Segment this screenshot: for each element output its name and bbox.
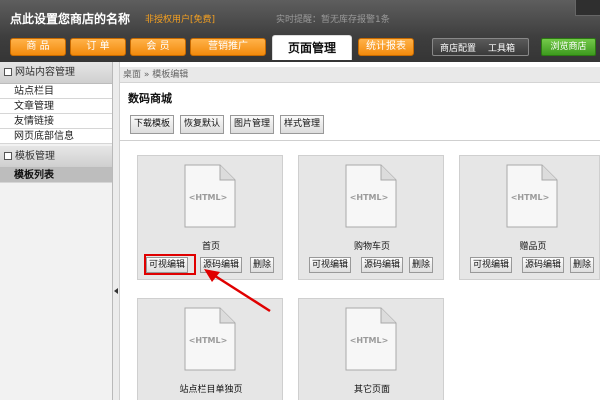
nav-tab-statistics[interactable]: 统计报表 xyxy=(358,38,414,56)
toolbox-link[interactable]: 工具箱 xyxy=(488,41,515,54)
sidebar-item-friend-links[interactable]: 友情链接 xyxy=(0,114,112,129)
html-icon-label: <HTML> xyxy=(189,336,228,345)
delete-button[interactable]: 删除 xyxy=(250,257,275,273)
image-management-button[interactable]: 图片管理 xyxy=(230,115,275,134)
sidebar-group-templates[interactable]: 模板管理 xyxy=(0,146,112,168)
nav-tab-members[interactable]: 会 员 xyxy=(130,38,186,56)
user-license-tag: 非授权用户[免费] xyxy=(145,15,216,25)
template-card: <HTML> 首页 可视编辑 源码编辑 删除 xyxy=(137,155,283,280)
html-icon-label: <HTML> xyxy=(511,193,550,202)
nav-tab-marketing[interactable]: 营销推广 xyxy=(190,38,266,56)
view-shop-button[interactable]: 浏览商店 xyxy=(541,38,596,56)
delete-button[interactable]: 删除 xyxy=(409,257,434,273)
visual-edit-button[interactable]: 可视编辑 xyxy=(470,257,513,273)
template-name: 站点栏目单独页 xyxy=(179,385,243,395)
delete-button[interactable]: 删除 xyxy=(570,257,595,273)
shop-name[interactable]: 点此设置您商店的名称 xyxy=(10,10,130,27)
page-title: 数码商城 xyxy=(128,92,172,105)
main-panel: 桌面 » 模板编辑 数码商城 下载模板 恢复默认 图片管理 样式管理 <HTML… xyxy=(120,62,600,400)
sidebar-item-articles[interactable]: 文章管理 xyxy=(0,99,112,114)
template-card: <HTML> 站点栏目单独页 xyxy=(137,298,283,400)
style-management-button[interactable]: 样式管理 xyxy=(280,115,325,134)
template-card: <HTML> 赠品页 可视编辑 源码编辑 删除 xyxy=(459,155,600,280)
template-name: 赠品页 xyxy=(519,242,547,252)
shop-config-link[interactable]: 商店配置 xyxy=(440,41,476,54)
nav-tab-orders[interactable]: 订 单 xyxy=(70,38,126,56)
top-header: 点此设置您商店的名称 非授权用户[免费] 实时提醒：暂无库存报警1条 商 品 订… xyxy=(0,0,600,62)
download-template-button[interactable]: 下载模板 xyxy=(130,115,175,134)
sidebar-group-label: 模板管理 xyxy=(15,151,55,162)
source-edit-button[interactable]: 源码编辑 xyxy=(200,257,243,273)
nav-tab-page-management[interactable]: 页面管理 xyxy=(272,35,352,60)
breadcrumb: 桌面 » 模板编辑 xyxy=(120,67,600,83)
sidebar-group-label: 网站内容管理 xyxy=(15,67,75,78)
html-file-icon: <HTML> xyxy=(184,164,236,228)
collapse-box-icon xyxy=(4,152,12,160)
html-icon-label: <HTML> xyxy=(350,336,389,345)
sidebar-item-template-list[interactable]: 模板列表 xyxy=(0,168,112,183)
html-icon-label: <HTML> xyxy=(350,193,389,202)
html-icon-label: <HTML> xyxy=(189,193,228,202)
html-file-icon: <HTML> xyxy=(506,164,558,228)
sidebar-item-footer-info[interactable]: 网页底部信息 xyxy=(0,129,112,144)
template-name: 首页 xyxy=(201,242,220,252)
tool-button-group: 商店配置 工具箱 xyxy=(432,38,529,56)
template-name: 其它页面 xyxy=(353,385,390,395)
sidebar-collapse-handle[interactable] xyxy=(113,62,120,400)
html-file-icon: <HTML> xyxy=(184,307,236,371)
template-card: <HTML> 购物车页 可视编辑 源码编辑 删除 xyxy=(298,155,444,280)
visual-edit-button[interactable]: 可视编辑 xyxy=(146,257,189,273)
sidebar-item-site-columns[interactable]: 站点栏目 xyxy=(0,84,112,99)
collapse-box-icon xyxy=(4,68,12,76)
sidebar: 网站内容管理 站点栏目 文章管理 友情链接 网页底部信息 模板管理 模板列表 xyxy=(0,62,113,400)
template-name: 购物车页 xyxy=(353,242,390,252)
corner-button[interactable] xyxy=(575,0,600,16)
collapse-arrow-icon xyxy=(114,288,118,294)
html-file-icon: <HTML> xyxy=(345,307,397,371)
stock-notice[interactable]: 实时提醒：暂无库存报警1条 xyxy=(276,12,390,25)
source-edit-button[interactable]: 源码编辑 xyxy=(361,257,404,273)
source-edit-button[interactable]: 源码编辑 xyxy=(522,257,565,273)
visual-edit-button[interactable]: 可视编辑 xyxy=(309,257,352,273)
template-card: <HTML> 其它页面 xyxy=(298,298,444,400)
nav-tab-products[interactable]: 商 品 xyxy=(10,38,66,56)
html-file-icon: <HTML> xyxy=(345,164,397,228)
sidebar-group-content[interactable]: 网站内容管理 xyxy=(0,62,112,84)
restore-default-button[interactable]: 恢复默认 xyxy=(180,115,225,134)
template-grid: <HTML> 首页 可视编辑 源码编辑 删除 <HTML> 购物车页 可视编辑 … xyxy=(120,140,600,400)
